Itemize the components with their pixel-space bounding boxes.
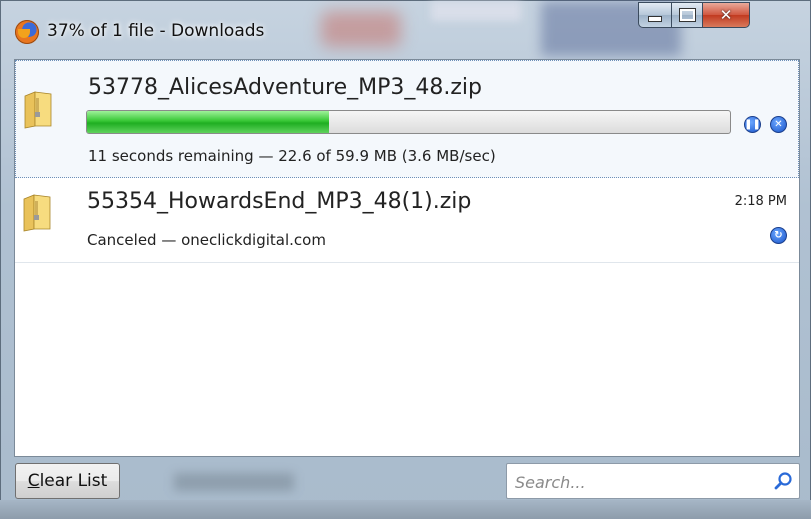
search-input[interactable] [513, 470, 767, 494]
minimize-icon [648, 16, 662, 22]
clear-list-label: lear List [39, 471, 108, 491]
download-filename: 55354_HowardsEnd_MP3_48(1).zip [87, 189, 472, 214]
download-item-canceled[interactable]: 55354_HowardsEnd_MP3_48(1).zip 2:18 PM C… [15, 179, 799, 263]
zip-folder-icon [24, 91, 52, 129]
window-title: 37% of 1 file - Downloads [47, 21, 265, 41]
cancel-icon: ✕ [774, 118, 783, 130]
accelerator-key: C [27, 471, 40, 491]
glass-background [431, 1, 521, 21]
glass-background [321, 11, 401, 47]
maximize-button[interactable] [671, 2, 703, 28]
download-item-active[interactable]: 53778_AlicesAdventure_MP3_48.zip ❚❚ ✕ 11… [15, 60, 799, 178]
search-icon[interactable] [773, 471, 793, 491]
window-bottom-edge [0, 500, 811, 519]
clear-list-button[interactable]: Clear List [15, 463, 120, 499]
cancel-button[interactable]: ✕ [770, 116, 787, 133]
pause-icon: ❚❚ [744, 118, 761, 130]
progress-fill [87, 111, 330, 133]
minimize-button[interactable] [638, 2, 672, 28]
maximize-icon [678, 8, 696, 22]
retry-button[interactable]: ↻ [770, 227, 787, 244]
bottom-bar: Clear List [14, 457, 800, 501]
download-time: 2:18 PM [734, 194, 787, 209]
pause-button[interactable]: ❚❚ [744, 116, 761, 133]
download-status: Canceled — oneclickdigital.com [87, 231, 326, 249]
zip-folder-icon [23, 194, 51, 232]
retry-icon: ↻ [774, 229, 783, 241]
close-icon: ✕ [719, 6, 733, 24]
search-box[interactable] [506, 463, 800, 499]
glass-background [174, 473, 294, 491]
title-bar[interactable]: 37% of 1 file - Downloads ✕ [1, 1, 810, 59]
download-status: 11 seconds remaining — 22.6 of 59.9 MB (… [88, 147, 496, 165]
downloads-list[interactable]: 53778_AlicesAdventure_MP3_48.zip ❚❚ ✕ 11… [14, 59, 800, 457]
download-progress-bar [86, 110, 731, 134]
download-filename: 53778_AlicesAdventure_MP3_48.zip [88, 75, 483, 100]
firefox-icon[interactable] [15, 20, 39, 44]
close-button[interactable]: ✕ [702, 2, 750, 28]
downloads-window: 37% of 1 file - Downloads ✕ 53778_Alices… [0, 0, 811, 519]
